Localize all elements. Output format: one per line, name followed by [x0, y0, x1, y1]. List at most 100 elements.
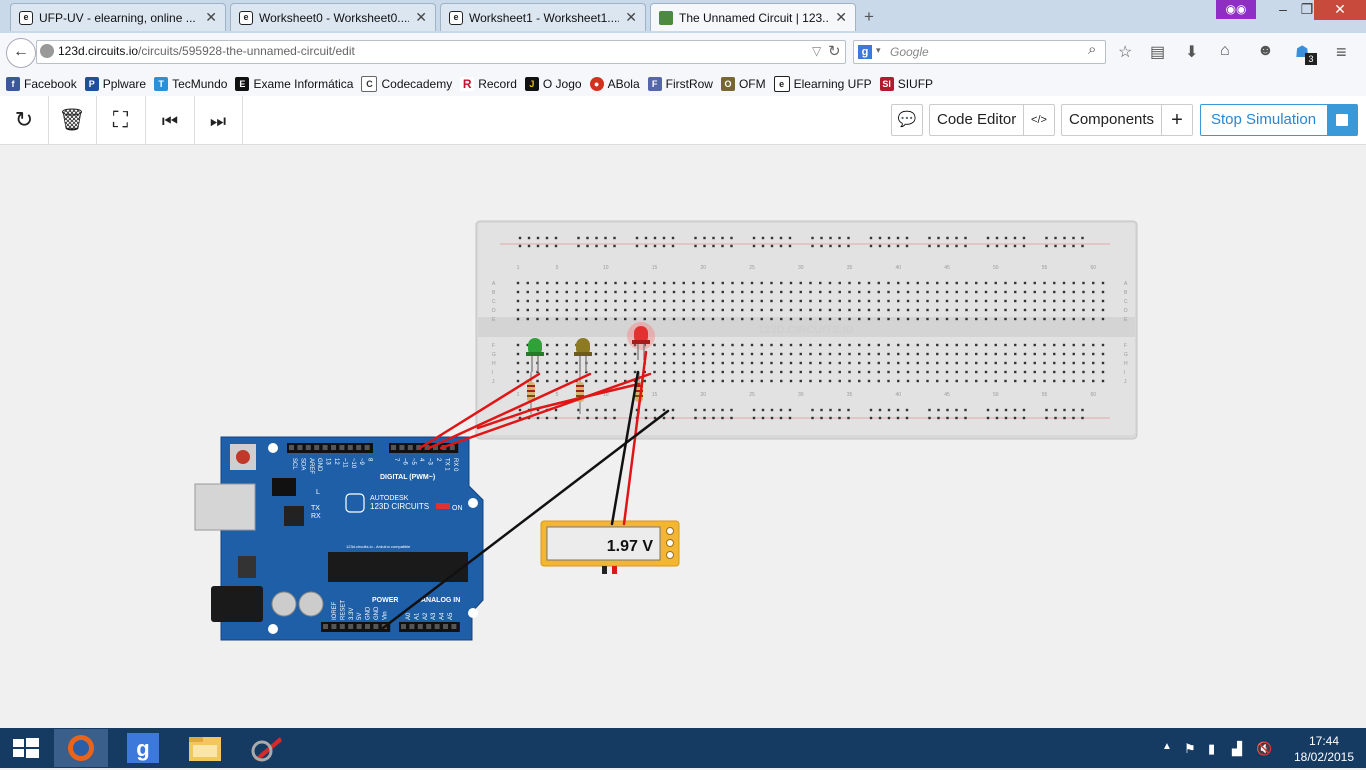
bookmark-exame-informatica[interactable]: E Exame Informática — [235, 76, 353, 91]
digital-pin-label: SDA — [299, 458, 305, 470]
row-letter: I — [1124, 370, 1125, 376]
code-editor-button[interactable]: Code Editor </> — [929, 104, 1055, 136]
column-number: 60 — [1090, 392, 1096, 398]
fit-view-button[interactable]: ⛶ — [96, 96, 146, 144]
analog-pin-label: A3 — [431, 612, 437, 620]
reload-icon[interactable]: ↻ — [828, 42, 841, 60]
svg-text:g: g — [136, 736, 149, 761]
delete-button[interactable]: 🗑 — [48, 96, 97, 144]
bookmark-facebook[interactable]: f Facebook — [6, 76, 77, 91]
speech-bubble-icon: 💬 — [897, 111, 917, 128]
chat-icon[interactable]: ☻ — [1257, 42, 1274, 60]
elearning-icon: e — [773, 75, 790, 92]
rotate-icon: ↻ — [14, 107, 34, 132]
components-button[interactable]: Components + — [1061, 104, 1193, 136]
show-hidden-icons[interactable]: ▲ — [1162, 741, 1172, 752]
fit-screen-icon: ⛶ — [112, 107, 129, 132]
column-number: 55 — [1042, 265, 1048, 271]
bookmark-ojogo[interactable]: JO Jogo — [524, 76, 582, 91]
tab-ufp-uv[interactable]: e UFP-UV - elearning, online ... ✕ — [10, 3, 226, 31]
analog-pin-label: A1 — [414, 612, 420, 620]
comment-button[interactable]: 💬 — [891, 104, 923, 136]
dropdown-icon[interactable]: ▽ — [812, 44, 821, 58]
pplware-icon: P — [84, 76, 99, 91]
record-icon: R — [460, 76, 475, 91]
plus-icon: + — [1161, 105, 1192, 135]
analog-label: ANALOG IN — [421, 597, 460, 604]
bookmark-firstrow[interactable]: F FirstRow — [647, 76, 713, 91]
window-close-button[interactable]: ✕ — [1314, 0, 1366, 20]
home-icon[interactable]: ⌂ — [1220, 42, 1230, 60]
facebook-icon: f — [6, 76, 20, 91]
clock[interactable]: 17:44 18/02/2015 — [1286, 733, 1362, 765]
bookmark-ofm[interactable]: O OFM — [720, 76, 766, 91]
new-tab-button[interactable]: + — [864, 7, 874, 27]
bookmark-siufp[interactable]: SI SIUFP — [879, 76, 933, 91]
search-input[interactable]: Google — [890, 45, 929, 59]
windows-logo-icon — [13, 738, 39, 758]
column-number: 55 — [1042, 392, 1048, 398]
close-icon[interactable]: ✕ — [835, 9, 847, 26]
clock-date: 18/02/2015 — [1293, 750, 1355, 764]
tab-unnamed-circuit[interactable]: The Unnamed Circuit | 123... ✕ — [650, 3, 856, 31]
reading-list-icon[interactable]: ▤ — [1150, 42, 1165, 62]
battery-icon[interactable]: ▮ — [1208, 741, 1215, 757]
digital-pin-label: AREF — [308, 458, 314, 474]
menu-icon[interactable]: ≡ — [1336, 42, 1347, 63]
network-icon[interactable]: ▟ — [1232, 741, 1242, 757]
bookmark-label: TecMundo — [172, 76, 228, 91]
globe-icon — [40, 44, 54, 58]
download-icon[interactable]: ⬇ — [1185, 42, 1198, 62]
column-number: 20 — [700, 265, 706, 271]
codecademy-icon: C — [361, 75, 378, 92]
close-icon[interactable]: ✕ — [625, 9, 637, 26]
bookmark-codecademy[interactable]: C Codecademy — [361, 75, 452, 92]
row-letter: I — [492, 370, 493, 376]
multimeter[interactable]: 1.97 V — [540, 520, 680, 574]
tab-worksheet1[interactable]: e Worksheet1 - Worksheet1.... ✕ — [440, 3, 646, 31]
close-icon[interactable]: ✕ — [415, 9, 427, 26]
firefox-taskbar-button[interactable] — [54, 729, 108, 767]
bookmark-tecmundo[interactable]: T TecMundo — [154, 76, 228, 91]
start-button[interactable] — [0, 729, 50, 767]
bookmark-record[interactable]: R Record — [460, 76, 517, 91]
bookmark-elearning-ufp[interactable]: e Elearning UFP — [773, 75, 872, 92]
trash-icon: 🗑 — [58, 107, 86, 132]
column-number: 5 — [556, 392, 559, 398]
google-icon: g — [127, 733, 159, 763]
rotate-button[interactable]: ↻ — [0, 96, 49, 144]
step-forward-button[interactable]: ⏭ — [194, 96, 243, 144]
bookmarks-bar: f Facebook P Pplware T TecMundo E Exame Info… — [0, 71, 1366, 97]
bookmark-star-icon[interactable]: ☆ — [1118, 42, 1132, 62]
google-taskbar-button[interactable]: g — [116, 729, 170, 767]
bookmark-abola[interactable]: ● ABola — [589, 76, 640, 91]
google-icon[interactable]: g — [858, 45, 872, 59]
tab-worksheet0[interactable]: e Worksheet0 - Worksheet0.... ✕ — [230, 3, 436, 31]
ccleaner-taskbar-button[interactable] — [240, 729, 294, 767]
column-number: 15 — [652, 392, 658, 398]
arduino-board[interactable]: AUTODESK 123D CIRCUITS DIGITAL (PWM~) ON… — [194, 436, 484, 641]
exame-icon: E — [235, 76, 250, 91]
file-explorer-taskbar-button[interactable] — [178, 729, 232, 767]
breadboard[interactable]: 1155101015152020252530303535404045455050… — [475, 220, 1138, 440]
circuit-drawing: 1155101015152020252530303535404045455050… — [194, 220, 1138, 641]
digital-pin-label: ~11 — [341, 458, 347, 468]
row-letter: D — [1124, 308, 1128, 314]
digital-pin-label: TX 1 — [443, 458, 449, 471]
search-icon[interactable]: ⌕ — [1088, 41, 1096, 58]
arduino-model: 123D CIRCUITS — [370, 502, 429, 511]
step-back-button[interactable]: ⏮ — [146, 96, 195, 144]
chevron-down-icon[interactable]: ▾ — [876, 45, 881, 56]
tecmundo-icon: T — [154, 76, 169, 91]
bookmark-pplware[interactable]: P Pplware — [84, 76, 146, 91]
close-icon[interactable]: ✕ — [205, 9, 217, 26]
back-button[interactable]: ← — [6, 38, 36, 68]
private-mask-icon: ◉◉ — [1216, 0, 1256, 19]
power-pin-label: RESET — [340, 600, 346, 620]
column-number: 25 — [749, 265, 755, 271]
stop-simulation-button[interactable]: Stop Simulation — [1200, 104, 1358, 136]
flag-icon[interactable]: ⚑ — [1184, 741, 1196, 757]
volume-muted-icon[interactable]: 🔇 — [1256, 741, 1272, 757]
digital-pin-label: ~3 — [427, 458, 433, 466]
stop-simulation-label: Stop Simulation — [1211, 111, 1317, 128]
